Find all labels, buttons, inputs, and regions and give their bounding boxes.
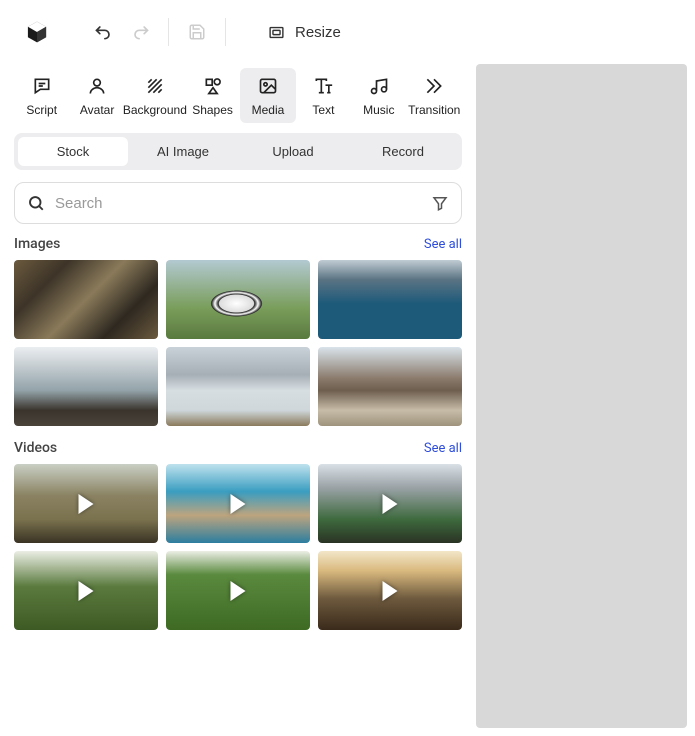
tab-avatar[interactable]: Avatar xyxy=(69,68,124,123)
shapes-icon xyxy=(203,76,223,96)
redo-button[interactable] xyxy=(122,14,158,50)
search-icon xyxy=(27,194,45,212)
video-thumb[interactable] xyxy=(14,464,158,543)
search-bar xyxy=(14,182,462,224)
play-icon xyxy=(79,581,94,601)
image-thumb[interactable] xyxy=(318,260,462,339)
image-thumb[interactable] xyxy=(318,347,462,426)
image-thumb[interactable] xyxy=(166,347,310,426)
media-icon xyxy=(258,76,278,96)
image-thumb[interactable] xyxy=(166,260,310,339)
tab-label: Script xyxy=(26,103,57,117)
images-see-all[interactable]: See all xyxy=(424,237,462,252)
section-title: Videos xyxy=(14,440,57,456)
transition-icon xyxy=(424,76,444,96)
toolbar-divider xyxy=(168,18,169,46)
play-icon xyxy=(231,581,246,601)
music-icon xyxy=(369,76,389,96)
tab-transition[interactable]: Transition xyxy=(407,68,462,123)
segment-record[interactable]: Record xyxy=(348,137,458,166)
undo-button[interactable] xyxy=(86,14,122,50)
resize-button[interactable]: Resize xyxy=(254,18,355,47)
app-logo xyxy=(24,19,50,45)
video-thumb[interactable] xyxy=(318,464,462,543)
play-icon xyxy=(383,581,398,601)
play-icon xyxy=(383,494,398,514)
tab-label: Avatar xyxy=(80,103,114,117)
search-input[interactable] xyxy=(55,195,431,212)
resize-label: Resize xyxy=(295,24,341,41)
tab-label: Media xyxy=(252,103,285,117)
videos-see-all[interactable]: See all xyxy=(424,441,462,456)
tab-text[interactable]: Text xyxy=(296,68,351,123)
main-area: Script Avatar Background Shapes Media Te… xyxy=(0,64,695,736)
toolbar-divider xyxy=(225,18,226,46)
background-icon xyxy=(145,76,165,96)
top-toolbar: Resize xyxy=(0,0,695,64)
section-title: Images xyxy=(14,236,60,252)
video-thumb[interactable] xyxy=(166,464,310,543)
video-thumb[interactable] xyxy=(318,551,462,630)
segment-stock[interactable]: Stock xyxy=(18,137,128,166)
script-icon xyxy=(32,76,52,96)
tab-label: Transition xyxy=(408,103,460,117)
tab-media[interactable]: Media xyxy=(240,68,295,123)
tab-label: Background xyxy=(123,103,187,117)
category-tabs: Script Avatar Background Shapes Media Te… xyxy=(14,64,462,133)
segment-ai-image[interactable]: AI Image xyxy=(128,137,238,166)
image-thumb[interactable] xyxy=(14,347,158,426)
image-thumb[interactable] xyxy=(14,260,158,339)
videos-header: Videos See all xyxy=(14,440,462,456)
video-thumb[interactable] xyxy=(14,551,158,630)
text-icon xyxy=(313,76,333,96)
left-panel: Script Avatar Background Shapes Media Te… xyxy=(0,64,476,736)
source-segmented: Stock AI Image Upload Record xyxy=(14,133,462,170)
tab-shapes[interactable]: Shapes xyxy=(185,68,240,123)
tab-label: Text xyxy=(312,103,334,117)
tab-music[interactable]: Music xyxy=(351,68,406,123)
images-header: Images See all xyxy=(14,236,462,252)
videos-grid xyxy=(14,464,462,630)
video-thumb[interactable] xyxy=(166,551,310,630)
filter-icon[interactable] xyxy=(431,194,449,212)
tab-label: Shapes xyxy=(192,103,233,117)
play-icon xyxy=(79,494,94,514)
save-button[interactable] xyxy=(179,14,215,50)
canvas-area[interactable] xyxy=(476,64,687,728)
tab-script[interactable]: Script xyxy=(14,68,69,123)
images-grid xyxy=(14,260,462,426)
avatar-icon xyxy=(87,76,107,96)
segment-upload[interactable]: Upload xyxy=(238,137,348,166)
tab-background[interactable]: Background xyxy=(125,68,185,123)
tab-label: Music xyxy=(363,103,394,117)
play-icon xyxy=(231,494,246,514)
